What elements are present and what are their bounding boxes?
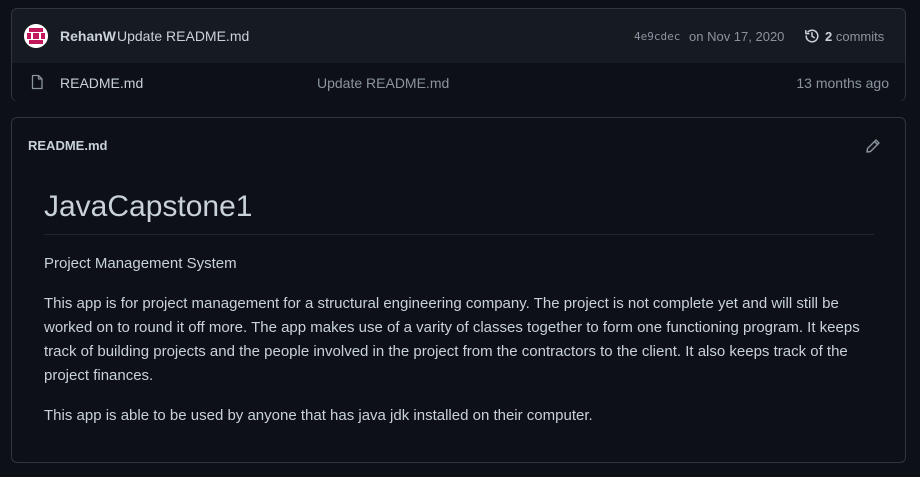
- commit-message-link[interactable]: Update README.md: [117, 28, 249, 44]
- avatar-icon[interactable]: [24, 24, 48, 48]
- commits-label: commits: [835, 29, 885, 44]
- file-name-link[interactable]: README.md: [60, 75, 143, 91]
- readme-paragraph: Project Management System: [44, 254, 237, 272]
- latest-commit-row: RehanW Update README.md 4e9cdec on Nov 1…: [12, 9, 905, 64]
- file-browser-box: RehanW Update README.md 4e9cdec on Nov 1…: [11, 8, 906, 101]
- readme-paragraph: This app is for project management for a…: [44, 294, 860, 384]
- file-icon: [29, 74, 45, 90]
- readme-filename[interactable]: README.md: [28, 138, 107, 153]
- pencil-icon[interactable]: [865, 138, 881, 154]
- file-commit-message-link[interactable]: Update README.md: [317, 75, 449, 91]
- commits-count-link[interactable]: 2 commits: [825, 29, 884, 44]
- commit-sha-link[interactable]: 4e9cdec: [634, 30, 680, 43]
- readme-box: README.md JavaCapstone1 Project Manageme…: [11, 117, 906, 463]
- readme-paragraph: This app is able to be used by anyone th…: [44, 406, 593, 424]
- commit-date: on Nov 17, 2020: [689, 29, 785, 44]
- commit-count: 2: [825, 29, 833, 44]
- commit-author-link[interactable]: RehanW: [60, 28, 116, 44]
- readme-heading: JavaCapstone1: [44, 190, 874, 235]
- history-icon[interactable]: [804, 28, 820, 44]
- readme-content: JavaCapstone1 Project Management System …: [44, 190, 874, 428]
- file-row[interactable]: README.md Update README.md 13 months ago: [12, 63, 905, 101]
- file-age: 13 months ago: [796, 75, 889, 91]
